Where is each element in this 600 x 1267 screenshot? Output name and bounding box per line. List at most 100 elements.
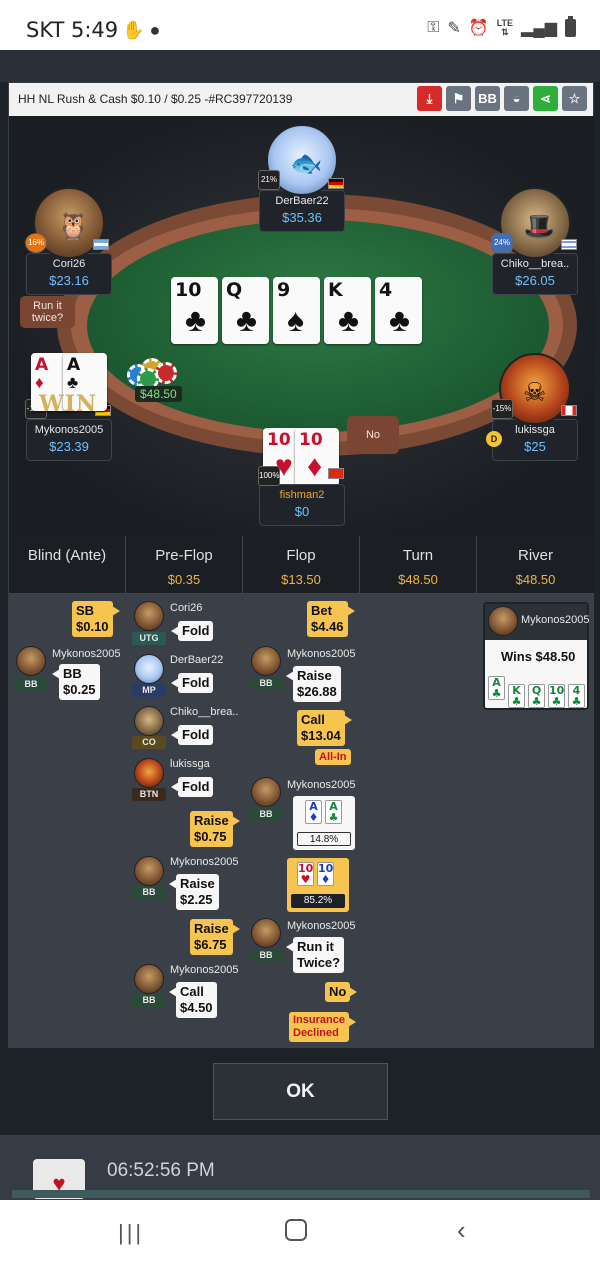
street-flop: Flop $13.50 Bet $4.46 BB Mykonos2005 Rais… bbox=[243, 536, 360, 1048]
position-badge: CO bbox=[132, 736, 166, 749]
incognito-button[interactable]: ◒ bbox=[504, 86, 529, 111]
win-overlay: WIN bbox=[39, 391, 98, 417]
seat-lukissga[interactable]: ☠ lukissga $25 -15% bbox=[491, 353, 579, 461]
player-nameplate: Mykonos2005 $23.39 bbox=[26, 419, 112, 461]
fold-action: Fold bbox=[170, 777, 214, 797]
street-header: Flop $13.50 bbox=[243, 536, 359, 594]
vpip-badge: 24% bbox=[491, 233, 513, 253]
app-header bbox=[0, 50, 600, 82]
vpip-badge: 21% bbox=[258, 170, 280, 190]
star-button[interactable]: ☆ bbox=[562, 86, 587, 111]
mini-card: 4 ♣ bbox=[568, 684, 585, 708]
bb-icon: BB bbox=[478, 91, 497, 106]
israel-flag-icon bbox=[561, 239, 577, 250]
player-nameplate: lukissga $25 bbox=[492, 419, 578, 461]
position-badge: BB bbox=[249, 677, 283, 690]
status-time: SKT 5:49 bbox=[26, 18, 119, 42]
vpip-badge: -15% bbox=[491, 399, 513, 419]
mini-card: 10 ♦ bbox=[317, 862, 334, 886]
winnings: Wins $48.50 bbox=[501, 649, 576, 664]
call-action: Call $13.04 bbox=[297, 710, 352, 746]
allin-badge: All-In bbox=[315, 749, 351, 765]
street-blind: Blind (Ante) SB $0.10 BB Mykonos2005 BB $0… bbox=[9, 536, 126, 1048]
equity-percent: 14.8% bbox=[297, 832, 351, 846]
player-name: Cori26 bbox=[170, 602, 203, 614]
position-badge: BTN bbox=[132, 788, 166, 801]
board-card: 9 ♠ bbox=[273, 277, 320, 344]
call-action: Call $4.50 bbox=[169, 982, 217, 1018]
player-name: Mykonos2005 bbox=[287, 779, 356, 791]
player-name: Mykonos2005 bbox=[170, 964, 239, 976]
seat-cori26[interactable]: 🦉 Cori26 $23.16 16% bbox=[25, 187, 113, 295]
flag-button[interactable]: ⚑ bbox=[446, 86, 471, 111]
position-badge: UTG bbox=[132, 632, 166, 645]
owl-avatar-icon: 🦉 bbox=[57, 211, 90, 241]
owl-avatar-icon bbox=[16, 646, 46, 676]
seat-derbaer22[interactable]: 🐟 DerBaer22 $35.36 21% bbox=[258, 124, 346, 232]
seat-chiko[interactable]: 🎩 Chiko__brea.. $26.05 24% bbox=[491, 187, 579, 295]
history-time: 06:52:56 PM bbox=[107, 1160, 215, 1181]
equity-box: A ♦ A ♣ 14.8% bbox=[293, 796, 355, 850]
no-action: No bbox=[325, 982, 358, 1002]
pencil-icon: ✎ bbox=[447, 20, 461, 37]
pirate-avatar-icon: ☠ bbox=[523, 377, 547, 407]
player-nameplate: Cori26 $23.16 bbox=[26, 253, 112, 295]
mini-card: A ♦ bbox=[305, 800, 322, 824]
board-card: 10 ♣ bbox=[171, 277, 218, 344]
seat-fishman2[interactable]: fishman2 $0 100% bbox=[258, 424, 346, 526]
insurance-declined: Insurance Declined bbox=[289, 1012, 356, 1042]
battery-icon bbox=[565, 16, 576, 37]
android-nav-bar: ||| ‹ bbox=[0, 1200, 600, 1267]
pot-amount: $48.50 bbox=[135, 386, 182, 402]
pot-chips bbox=[127, 354, 183, 390]
bet-action: Bet $4.46 bbox=[307, 601, 355, 637]
vpip-badge: 100% bbox=[258, 466, 280, 486]
street-header: Pre-Flop $0.35 bbox=[126, 536, 242, 594]
player-stack: $26.05 bbox=[515, 273, 555, 288]
home-icon[interactable] bbox=[285, 1219, 307, 1241]
action-streets: Blind (Ante) SB $0.10 BB Mykonos2005 BB $0… bbox=[9, 536, 595, 1050]
key-icon: ⚿ bbox=[427, 19, 440, 36]
mini-card: 10 ♥ bbox=[297, 862, 314, 886]
community-cards: 10 ♣ Q ♣ 9 ♠ K ♣ 4 ♣ bbox=[171, 277, 422, 344]
board-card: K ♣ bbox=[324, 277, 371, 344]
vpip-badge: 16% bbox=[25, 233, 47, 253]
dealer-button: D bbox=[486, 431, 502, 447]
winner-box: Mykonos2005 Wins $48.50 A ♣ K ♣ Q ♣ 10 ♣ 4 ♣ bbox=[483, 602, 590, 710]
share-icon: ⋖ bbox=[540, 91, 551, 106]
status-right-icons: ⚿ ✎ ⏰ LTE ⇅ ▂▄▆ bbox=[427, 16, 576, 38]
canada-flag-icon bbox=[561, 405, 577, 416]
back-icon[interactable]: ‹ bbox=[457, 1215, 466, 1246]
position-badge: BB bbox=[14, 678, 48, 691]
fold-action: Fold bbox=[170, 725, 214, 745]
poker-table-view: 10 ♣ Q ♣ 9 ♠ K ♣ 4 ♣ 🐟 DerBaer22 $35.36 21% 🦉… bbox=[9, 116, 595, 536]
street-header: Turn $48.50 bbox=[360, 536, 476, 594]
street-turn: Turn $48.50 bbox=[360, 536, 477, 1048]
mini-card: A ♣ bbox=[488, 676, 505, 700]
signal-icon: ▂▄▆ bbox=[521, 20, 557, 37]
download-button[interactable]: ⤓ bbox=[417, 86, 442, 111]
hong-kong-flag-icon bbox=[328, 468, 344, 479]
share-button[interactable]: ⋖ bbox=[533, 86, 558, 111]
fold-action: Fold bbox=[170, 673, 214, 693]
position-badge: BB bbox=[132, 994, 166, 1007]
recent-apps-icon[interactable]: ||| bbox=[118, 1220, 144, 1246]
flag-icon: ⚑ bbox=[452, 91, 465, 106]
player-nameplate: Chiko__brea.. $26.05 bbox=[492, 253, 578, 295]
modal-header: HH NL Rush & Cash $0.10 / $0.25 -#RC3977… bbox=[9, 83, 593, 116]
ok-button[interactable]: OK bbox=[213, 1063, 388, 1120]
board-card: 4 ♣ bbox=[375, 277, 422, 344]
player-nameplate: fishman2 $0 bbox=[259, 484, 345, 526]
modal-title: HH NL Rush & Cash $0.10 / $0.25 -#RC3977… bbox=[18, 92, 293, 106]
mini-card: A ♣ bbox=[325, 800, 342, 824]
mini-card: K ♣ bbox=[508, 684, 525, 708]
fold-action: Fold bbox=[170, 621, 214, 641]
hand-wave-icon: ✋ bbox=[122, 20, 145, 40]
bb-button[interactable]: BB bbox=[475, 86, 500, 111]
street-header: River $48.50 bbox=[477, 536, 594, 594]
bb-action: BB $0.25 bbox=[52, 664, 100, 700]
hand-history-modal: HH NL Rush & Cash $0.10 / $0.25 -#RC3977… bbox=[8, 82, 595, 1050]
player-name: Mykonos2005 bbox=[287, 648, 356, 660]
street-header: Blind (Ante) bbox=[9, 536, 125, 594]
fish-avatar-icon: 🐟 bbox=[290, 148, 323, 178]
